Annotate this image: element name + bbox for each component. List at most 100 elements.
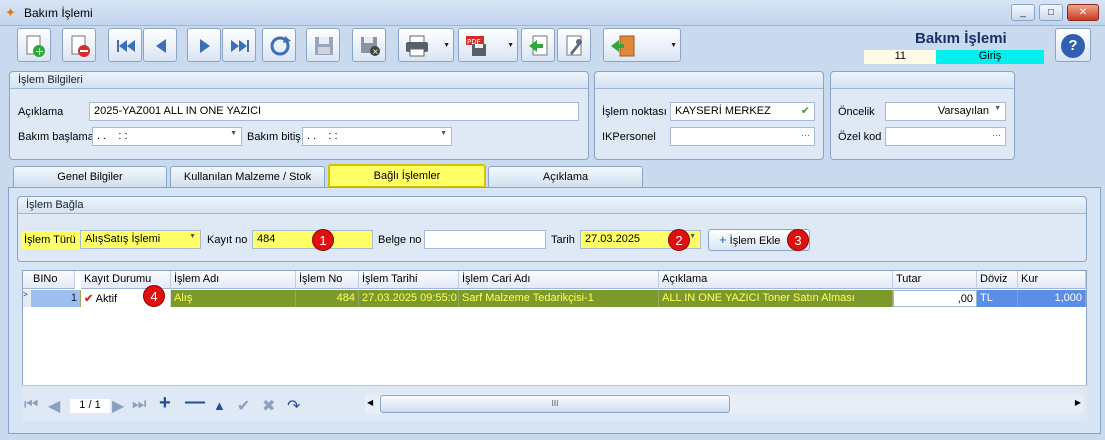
- islem-turu-label: İşlem Türü: [22, 231, 80, 249]
- ikpersonel-label: IKPersonel: [602, 131, 656, 143]
- chevron-down-icon: ▼: [507, 42, 514, 49]
- tab-bagli-islemler[interactable]: Bağlı İşlemler: [328, 164, 486, 188]
- tab-aciklama[interactable]: Açıklama: [488, 166, 643, 187]
- islem-ekle-label: İşlem Ekle: [729, 235, 781, 247]
- save-button[interactable]: [306, 28, 340, 62]
- close-button[interactable]: ✕: [1067, 4, 1099, 21]
- ellipsis-icon: ···: [801, 130, 810, 140]
- bakim-bitis-value: . . : :: [307, 130, 338, 142]
- refresh-button[interactable]: [262, 28, 296, 62]
- grid-navigator: ⏮ ◀ 1 / 1 ▶ ⏭ + — ▲ ✔ ✖ ↷ ◀ III ▶: [22, 385, 1087, 421]
- minimize-button[interactable]: _: [1011, 4, 1035, 21]
- check-icon: ✔: [800, 105, 810, 117]
- cell-kur[interactable]: 1,000: [1018, 290, 1086, 307]
- first-page-icon[interactable]: ⏮: [24, 396, 38, 414]
- oncelik-select[interactable]: Varsayılan ▼: [885, 102, 1006, 121]
- callout-badge-4: 4: [143, 285, 165, 307]
- help-icon: ?: [1061, 34, 1085, 58]
- group-legend: İşlem Bilgileri: [10, 72, 588, 89]
- last-page-icon[interactable]: ⏭: [132, 396, 146, 414]
- cell-doviz[interactable]: TL: [977, 290, 1018, 307]
- cell-islem-tarihi[interactable]: 27.03.2025 09:55:0: [359, 290, 459, 307]
- islem-turu-select[interactable]: AlışSatış İşlemi ▼: [80, 230, 201, 249]
- tarih-value: 27.03.2025: [585, 233, 641, 245]
- column-header-islem-tarihi[interactable]: İşlem Tarihi: [359, 271, 459, 289]
- chevron-down-icon: ▼: [443, 42, 450, 49]
- callout-badge-2: 2: [668, 229, 690, 251]
- column-header-aciklama[interactable]: Açıklama: [659, 271, 893, 289]
- bakim-bitis-label: Bakım bitiş: [247, 131, 301, 143]
- confirm-icon[interactable]: ✔: [237, 396, 250, 416]
- belge-no-input[interactable]: [424, 230, 546, 249]
- previous-record-button[interactable]: [143, 28, 177, 62]
- column-header-tutar[interactable]: Tutar: [893, 271, 977, 289]
- move-up-icon[interactable]: ▲: [213, 398, 226, 413]
- tab-kullanilan-malzeme[interactable]: Kullanılan Malzeme / Stok: [170, 166, 325, 187]
- ozel-kod-label: Özel kod: [838, 131, 882, 143]
- kayit-durumu-value: Aktif: [95, 293, 118, 305]
- redo-icon[interactable]: ↷: [287, 396, 300, 416]
- chevron-down-icon: ▼: [689, 233, 696, 240]
- horizontal-scrollbar[interactable]: ◀ III ▶: [365, 394, 1083, 414]
- column-header-islem-no[interactable]: İşlem No: [296, 271, 359, 289]
- cell-aciklama[interactable]: ALL IN ONE YAZICI Toner Satın Alması: [659, 290, 893, 307]
- belge-no-label: Belge no: [378, 234, 422, 246]
- kayit-no-label: Kayıt no: [207, 234, 248, 246]
- tab-genel-bilgiler[interactable]: Genel Bilgiler: [13, 166, 167, 187]
- ozel-kod-input[interactable]: ···: [885, 127, 1006, 146]
- chevron-down-icon: ▼: [230, 130, 237, 137]
- mode-badge: Giriş: [936, 50, 1044, 64]
- scroll-left-icon[interactable]: ◀: [367, 398, 373, 407]
- column-header-kur[interactable]: Kur: [1018, 271, 1086, 289]
- islem-noktasi-value: KAYSERİ MERKEZ: [675, 105, 771, 117]
- page-indicator: 1 / 1: [70, 399, 110, 413]
- add-row-icon[interactable]: +: [159, 392, 171, 415]
- aciklama-input[interactable]: 2025-YAZ001 ALL IN ONE YAZICI: [89, 102, 579, 121]
- column-header-doviz[interactable]: Döviz: [977, 271, 1018, 289]
- tools-button[interactable]: [557, 28, 591, 62]
- window-title: Bakım İşlemi: [24, 6, 93, 20]
- export-pdf-button[interactable]: PDF ▼: [458, 28, 518, 62]
- bakim-baslama-input[interactable]: . . : : ▼: [92, 127, 242, 146]
- bakim-bitis-input[interactable]: . . : : ▼: [302, 127, 452, 146]
- import-button[interactable]: [521, 28, 555, 62]
- new-record-button[interactable]: +: [17, 28, 51, 62]
- islem-noktasi-input[interactable]: KAYSERİ MERKEZ ✔: [670, 102, 815, 121]
- cancel-button[interactable]: ×: [352, 28, 386, 62]
- column-header-islem-adi[interactable]: İşlem Adı: [171, 271, 296, 289]
- next-record-button[interactable]: [187, 28, 221, 62]
- group-legend: İşlem Bağla: [18, 197, 1086, 214]
- last-record-button[interactable]: [222, 28, 256, 62]
- print-button[interactable]: ▼: [398, 28, 454, 62]
- delete-record-button[interactable]: [62, 28, 96, 62]
- maximize-button[interactable]: □: [1039, 4, 1063, 21]
- bakim-baslama-value: . . : :: [97, 130, 128, 142]
- islem-noktasi-label: İşlem noktası: [602, 106, 667, 118]
- column-header-cari-adi[interactable]: İşlem Cari Adı: [459, 271, 659, 289]
- chevron-down-icon: ▼: [440, 130, 447, 137]
- cell-bino[interactable]: 1: [31, 290, 81, 307]
- cell-cari-adi[interactable]: Sarf Malzeme Tedarikçisi-1: [459, 290, 659, 307]
- ikpersonel-input[interactable]: ···: [670, 127, 815, 146]
- scroll-right-icon[interactable]: ▶: [1075, 398, 1081, 407]
- bakim-baslama-label: Bakım başlama: [18, 131, 94, 143]
- tarih-label: Tarih: [551, 234, 575, 246]
- help-button[interactable]: ?: [1055, 28, 1091, 62]
- cell-islem-no[interactable]: 484: [296, 290, 359, 307]
- page-title: Bakım İşlemi: [915, 30, 1007, 47]
- callout-badge-1: 1: [312, 229, 334, 251]
- prev-page-icon[interactable]: ◀: [48, 396, 60, 416]
- next-page-icon[interactable]: ▶: [112, 396, 124, 416]
- cancel-edit-icon[interactable]: ✖: [262, 396, 275, 416]
- scroll-thumb[interactable]: III: [380, 395, 730, 413]
- islem-turu-value: AlışSatış İşlemi: [85, 233, 161, 245]
- row-indicator[interactable]: >: [23, 290, 31, 307]
- cell-islem-adi[interactable]: Alış: [171, 290, 296, 307]
- first-record-button[interactable]: [108, 28, 142, 62]
- cell-tutar[interactable]: ,00: [893, 290, 977, 307]
- chevron-down-icon: ▼: [670, 42, 677, 49]
- column-header-bino[interactable]: BINo: [23, 271, 75, 289]
- exit-button[interactable]: ▼: [603, 28, 681, 62]
- remove-row-icon[interactable]: —: [185, 391, 205, 414]
- checkmark-icon: ✔: [84, 293, 94, 305]
